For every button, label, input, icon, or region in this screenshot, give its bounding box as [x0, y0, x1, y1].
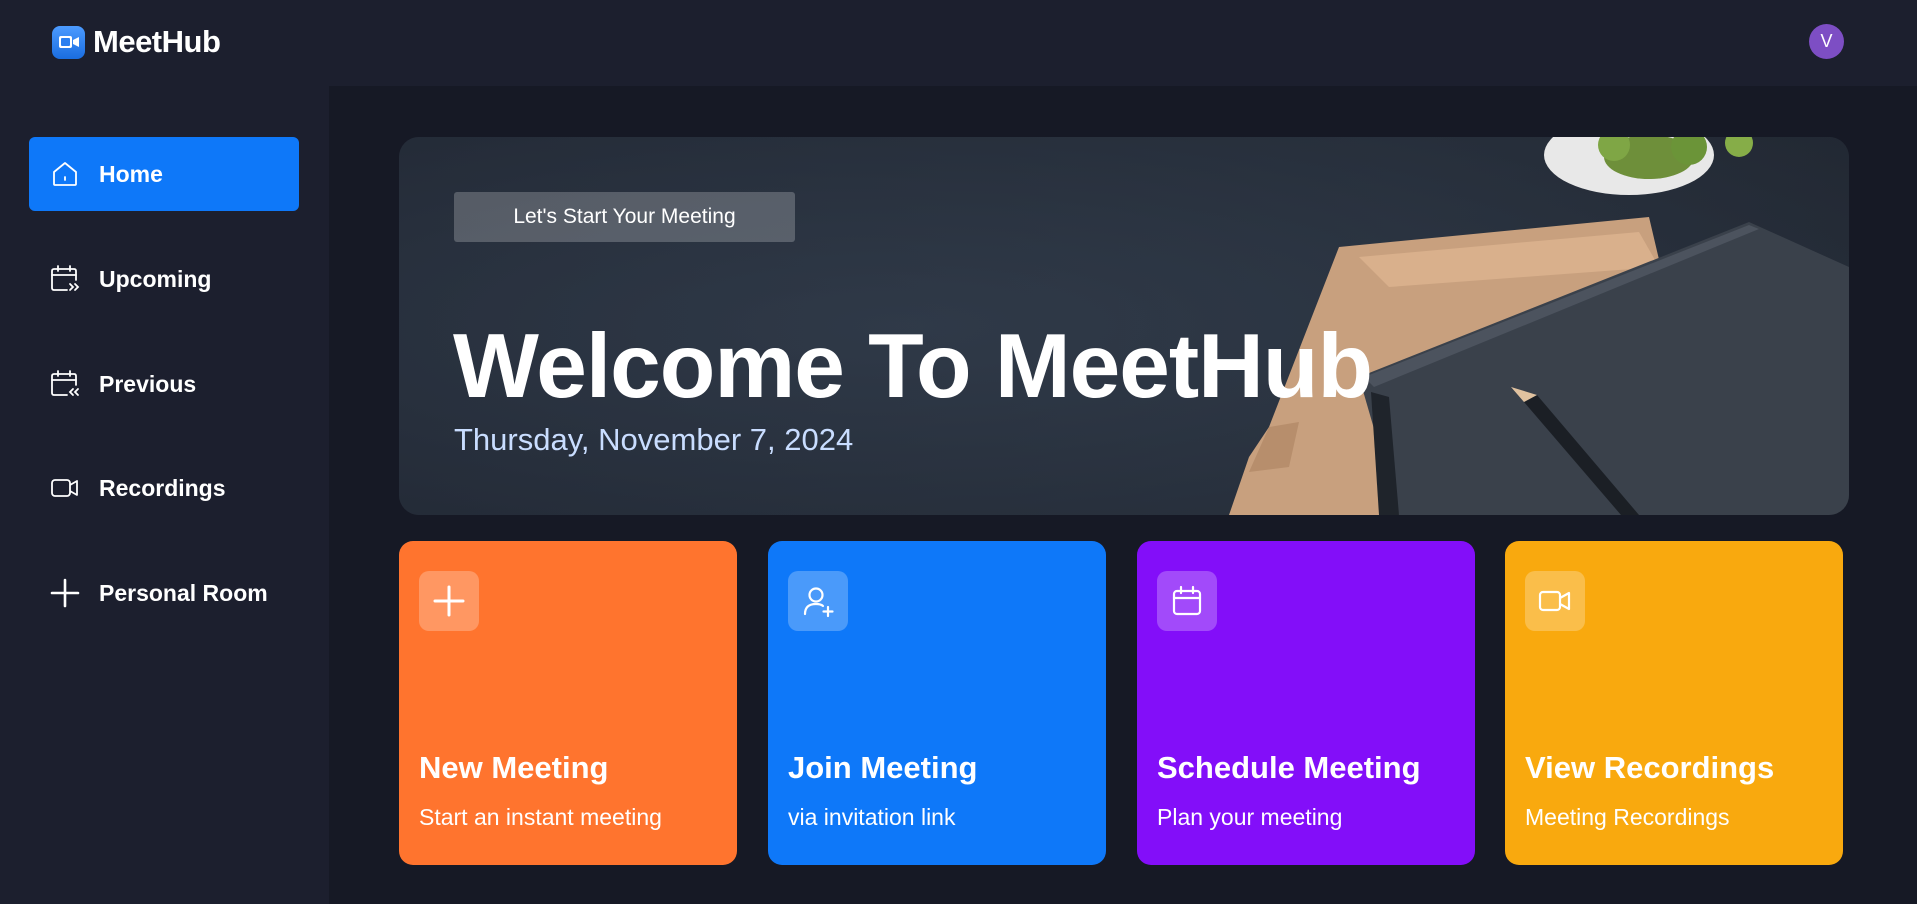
video-camera-logo-icon — [52, 25, 85, 59]
video-icon — [48, 472, 81, 505]
hero-title: Welcome To MeetHub — [453, 316, 1373, 417]
video-icon — [1525, 571, 1585, 631]
card-title: Schedule Meeting — [1157, 750, 1421, 785]
hero-date: Thursday, November 7, 2024 — [454, 422, 854, 457]
card-subtitle: Plan your meeting — [1157, 804, 1343, 830]
top-bar: MeetHub V — [0, 0, 1917, 86]
new-meeting-card[interactable]: New Meeting Start an instant meeting — [399, 541, 737, 865]
sidebar-item-label: Personal Room — [99, 579, 268, 606]
sidebar: Home Upcoming Previous Recordings Person… — [0, 86, 329, 904]
calendar-previous-icon — [48, 368, 81, 401]
card-title: Join Meeting — [788, 750, 978, 785]
sidebar-item-label: Recordings — [99, 474, 226, 501]
plus-icon — [419, 571, 479, 631]
sidebar-item-label: Home — [99, 160, 163, 187]
sidebar-item-home[interactable]: Home — [29, 137, 299, 211]
card-subtitle: via invitation link — [788, 804, 956, 830]
user-add-icon — [788, 571, 848, 631]
view-recordings-card[interactable]: View Recordings Meeting Recordings — [1505, 541, 1843, 865]
user-avatar[interactable]: V — [1809, 24, 1844, 59]
card-subtitle: Meeting Recordings — [1525, 804, 1730, 830]
sidebar-item-recordings[interactable]: Recordings — [29, 451, 299, 525]
card-subtitle: Start an instant meeting — [419, 804, 662, 830]
brand-name: MeetHub — [93, 24, 221, 59]
home-icon — [48, 158, 81, 191]
calendar-icon — [1157, 571, 1217, 631]
sidebar-item-previous[interactable]: Previous — [29, 347, 299, 421]
brand-logo[interactable]: MeetHub — [52, 24, 221, 60]
card-title: View Recordings — [1525, 750, 1775, 785]
plus-icon — [48, 577, 81, 610]
schedule-meeting-card[interactable]: Schedule Meeting Plan your meeting — [1137, 541, 1475, 865]
sidebar-item-personal-room[interactable]: Personal Room — [29, 556, 299, 630]
hero-banner: Let's Start Your Meeting Welcome To Meet… — [399, 137, 1849, 515]
sidebar-item-upcoming[interactable]: Upcoming — [29, 242, 299, 316]
calendar-upcoming-icon — [48, 263, 81, 296]
card-title: New Meeting — [419, 750, 609, 785]
hero-badge: Let's Start Your Meeting — [454, 192, 795, 242]
sidebar-item-label: Previous — [99, 370, 197, 397]
sidebar-item-label: Upcoming — [99, 265, 212, 292]
join-meeting-card[interactable]: Join Meeting via invitation link — [768, 541, 1106, 865]
